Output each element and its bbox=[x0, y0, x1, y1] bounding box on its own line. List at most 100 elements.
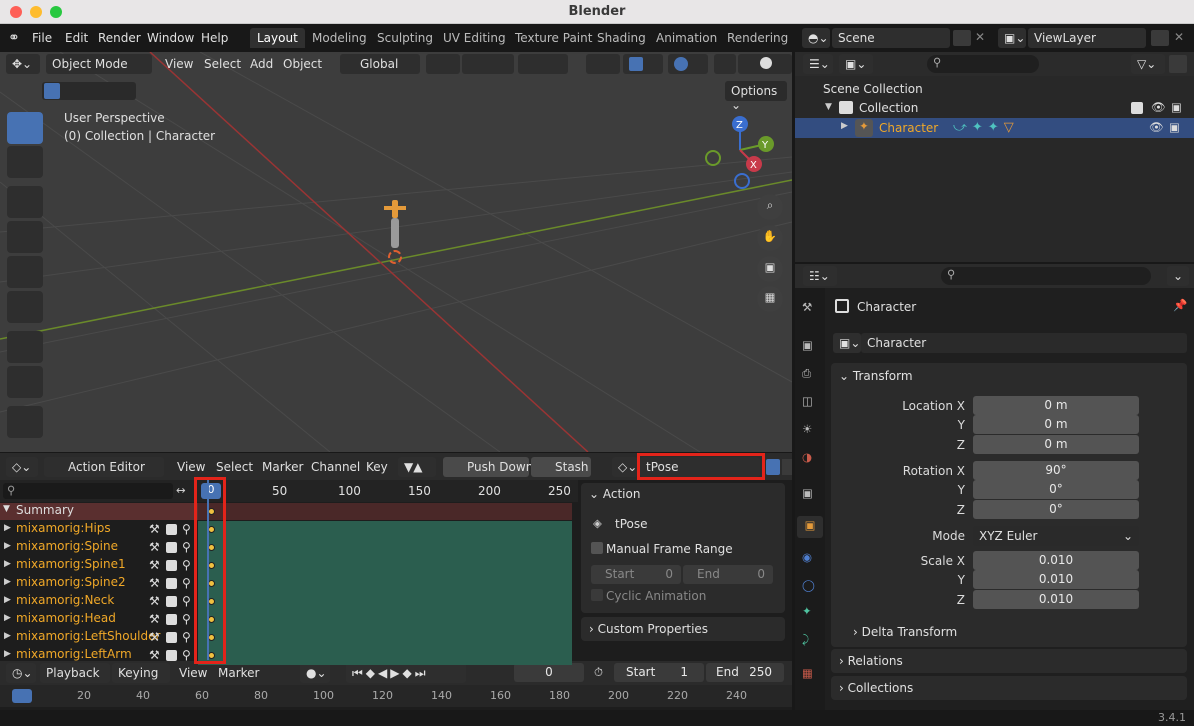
properties-editor[interactable]: ☷⌄ ⚲ ⌄ ⚒ ▣ ⎙ ◫ ☀ ◑ ▣ ▣ ◉ ◯ ✦ ⤸ ▦ Charact… bbox=[795, 264, 1194, 726]
channel-checkbox[interactable] bbox=[166, 542, 177, 553]
expand-arrow-icon[interactable]: ▶ bbox=[4, 523, 11, 533]
blender-logo-icon[interactable]: ⚭ bbox=[8, 30, 24, 46]
shading-mode-buttons[interactable] bbox=[738, 54, 792, 74]
expand-arrow-icon[interactable]: ▶ bbox=[4, 631, 11, 641]
record-icon[interactable]: ●⌄ bbox=[300, 663, 330, 683]
lock-icon[interactable]: ⚲ bbox=[182, 648, 191, 662]
channel-row[interactable]: ▶ mixamorig:Spine1 ⚒ ⚲ bbox=[0, 557, 198, 575]
channel-row[interactable]: ▶ mixamorig:LeftArm ⚒ ⚲ bbox=[0, 647, 198, 665]
layer-arrows-icon[interactable]: ▼▲ bbox=[398, 457, 436, 477]
pan-view-icon[interactable]: ✋ bbox=[757, 225, 783, 251]
summary-row[interactable]: ▼ Summary bbox=[0, 503, 198, 520]
outliner-search-input[interactable]: ⚲ bbox=[927, 55, 1039, 73]
menu-window[interactable]: Window bbox=[147, 31, 194, 45]
character-row[interactable]: ▶ ✦ Character ⤻✦✦▽ 👁 ▣ bbox=[795, 118, 1194, 138]
tab-layout[interactable]: Layout bbox=[250, 28, 305, 48]
view-layer-tab-icon[interactable]: ◫ bbox=[802, 394, 813, 408]
tab-uv-editing[interactable]: UV Editing bbox=[443, 31, 506, 45]
bone-tab-icon[interactable]: ⤸ bbox=[802, 632, 809, 647]
scene-collection-label[interactable]: Scene Collection bbox=[823, 82, 923, 96]
viewport-menu-view[interactable]: View bbox=[165, 57, 193, 71]
expand-arrow-icon[interactable]: ▶ bbox=[4, 541, 11, 551]
collapse-arrow-icon[interactable]: ▼ bbox=[825, 102, 832, 112]
channel-search-input[interactable]: ⚲ bbox=[3, 483, 173, 499]
timeline-ruler[interactable]: 020406080100120140160180200220240 bbox=[0, 685, 792, 707]
new-collection-icon[interactable] bbox=[1169, 55, 1187, 73]
lock-icon[interactable]: ⚲ bbox=[182, 612, 191, 626]
tab-texture-paint[interactable]: Texture Paint bbox=[515, 31, 592, 45]
relations-panel[interactable]: › Relations bbox=[831, 649, 1187, 673]
channel-row[interactable]: ▶ mixamorig:Spine ⚒ ⚲ bbox=[0, 539, 198, 557]
collapse-arrow-icon[interactable]: ▼ bbox=[3, 504, 10, 514]
rotation-y-field[interactable]: 0° bbox=[973, 480, 1139, 499]
lock-icon[interactable]: ⚲ bbox=[182, 558, 191, 572]
display-mode-icon[interactable]: ▣⌄ bbox=[839, 54, 873, 74]
expand-arrow-icon[interactable]: ▶ bbox=[4, 577, 11, 587]
expand-arrow-icon[interactable]: ▶ bbox=[4, 613, 11, 623]
playback-controls[interactable]: ⏮◆◀▶◆⏭ bbox=[346, 663, 466, 683]
channel-row[interactable]: ▶ mixamorig:Hips ⚒ ⚲ bbox=[0, 521, 198, 539]
end-frame-field[interactable]: End 250 bbox=[706, 663, 784, 682]
tab-sculpting[interactable]: Sculpting bbox=[377, 31, 433, 45]
action-editor-mode-dropdown[interactable]: Action Editor bbox=[44, 457, 164, 477]
channel-checkbox[interactable] bbox=[166, 578, 177, 589]
constraint-tab-icon[interactable]: ◯ bbox=[802, 578, 815, 592]
expand-arrows-icon[interactable]: ↔ bbox=[176, 483, 186, 497]
measure-tool[interactable] bbox=[7, 366, 43, 398]
wrench-icon[interactable]: ⚒ bbox=[149, 594, 160, 608]
editor-type-icon[interactable]: ☷⌄ bbox=[803, 266, 837, 286]
eye-icon[interactable]: 👁 bbox=[1151, 100, 1166, 114]
lock-icon[interactable]: ⚲ bbox=[182, 540, 191, 554]
channel-track[interactable] bbox=[198, 647, 572, 665]
overlay-toggle-icon[interactable] bbox=[668, 54, 708, 74]
options-dropdown[interactable]: Options ⌄ bbox=[725, 81, 787, 112]
pin-icon[interactable]: 📌 bbox=[1173, 298, 1187, 312]
mode-dropdown[interactable]: Object Mode bbox=[46, 54, 152, 74]
channel-checkbox[interactable] bbox=[166, 650, 177, 661]
push-down-button[interactable]: Push Down bbox=[443, 457, 533, 477]
channel-track[interactable] bbox=[198, 557, 572, 575]
delete-viewlayer-icon[interactable]: ✕ bbox=[1174, 30, 1184, 44]
start-frame-field[interactable]: Start 1 bbox=[614, 663, 704, 682]
delta-transform-header[interactable]: › Delta Transform bbox=[853, 625, 957, 639]
location-z-field[interactable]: 0 m bbox=[973, 435, 1139, 454]
relations-header[interactable]: › Relations bbox=[839, 654, 903, 668]
eye-icon[interactable]: 👁 bbox=[1149, 120, 1164, 134]
channel-row[interactable]: ▶ mixamorig:Spine2 ⚒ ⚲ bbox=[0, 575, 198, 593]
playback-menu[interactable]: Playback ⌄ bbox=[40, 663, 110, 694]
camera-icon[interactable]: ▣ bbox=[1169, 120, 1180, 134]
scene-tab-icon[interactable]: ☀ bbox=[802, 422, 812, 436]
action-panel-header[interactable]: ⌄ Action bbox=[589, 487, 640, 501]
rotate-tool[interactable] bbox=[7, 221, 43, 253]
expand-arrow-icon[interactable]: ▶ bbox=[4, 559, 11, 569]
manual-frame-range-checkbox[interactable] bbox=[591, 542, 603, 554]
current-frame-field[interactable]: 0 bbox=[514, 663, 584, 682]
channel-track[interactable] bbox=[198, 593, 572, 611]
visibility-icon[interactable] bbox=[586, 54, 620, 74]
ae-menu-channel[interactable]: Channel bbox=[311, 460, 360, 474]
tab-rendering[interactable]: Rendering bbox=[727, 31, 788, 45]
rotation-z-field[interactable]: 0° bbox=[973, 500, 1139, 519]
lock-icon[interactable]: ⚲ bbox=[182, 576, 191, 590]
channel-checkbox[interactable] bbox=[166, 524, 177, 535]
menu-render[interactable]: Render bbox=[98, 31, 141, 45]
viewlayer-selector[interactable]: ViewLayer bbox=[1028, 28, 1146, 48]
timeline-menu-view[interactable]: View bbox=[179, 666, 207, 680]
editor-type-icon[interactable]: ✥⌄ bbox=[6, 54, 40, 74]
channel-checkbox[interactable] bbox=[166, 596, 177, 607]
object-name-field[interactable]: Character bbox=[861, 333, 1187, 353]
stash-button[interactable]: Stash bbox=[531, 457, 591, 477]
ae-menu-view[interactable]: View bbox=[177, 460, 205, 474]
collections-header[interactable]: › Collections bbox=[839, 681, 913, 695]
tab-shading[interactable]: Shading bbox=[597, 31, 646, 45]
viewport-menu-select[interactable]: Select bbox=[204, 57, 241, 71]
channel-row[interactable]: ▶ mixamorig:LeftShoulder ⚒ ⚲ bbox=[0, 629, 198, 647]
camera-view-icon[interactable]: ▣ bbox=[757, 256, 783, 282]
scale-tool[interactable] bbox=[7, 256, 43, 288]
modifier-tab-icon[interactable]: ◉ bbox=[802, 550, 812, 564]
exclude-checkbox[interactable] bbox=[1131, 102, 1143, 114]
collection-tab-icon[interactable]: ▣ bbox=[802, 486, 813, 500]
menu-edit[interactable]: Edit bbox=[65, 31, 88, 45]
editor-type-icon[interactable]: ◇⌄ bbox=[6, 457, 38, 477]
data-tab-icon[interactable]: ✦ bbox=[802, 604, 812, 618]
